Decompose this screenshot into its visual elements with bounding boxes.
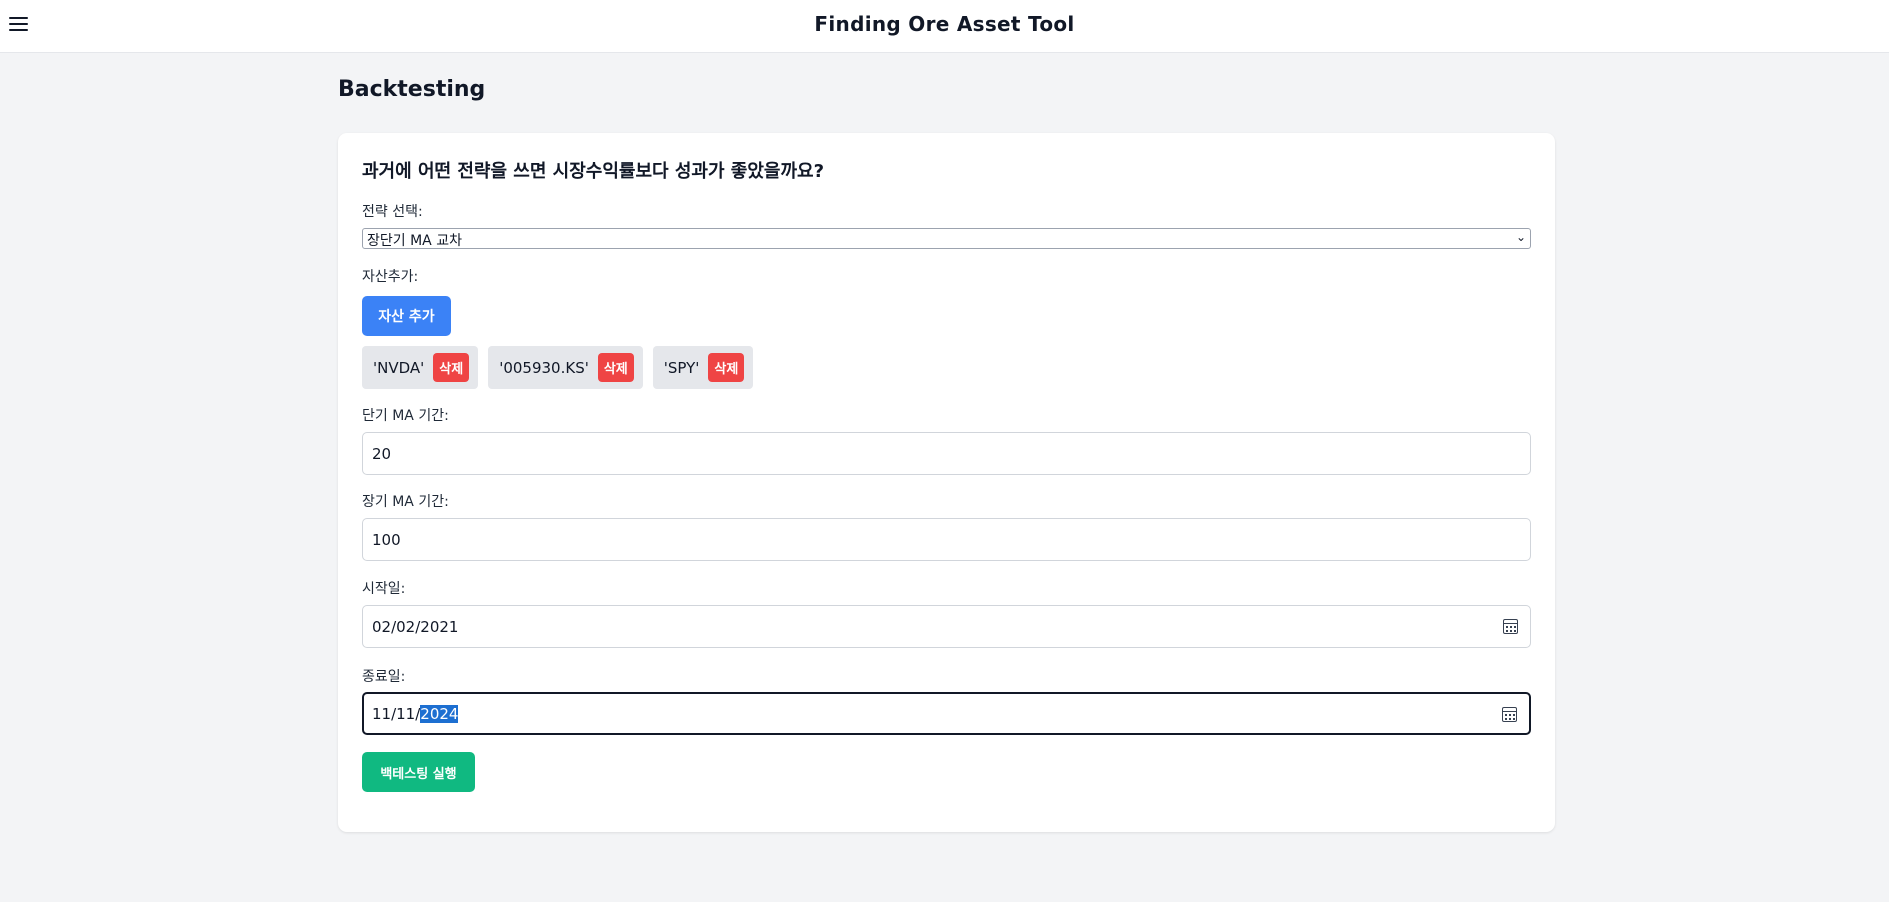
end-date-value-prefix: 11/11/ <box>372 705 421 723</box>
strategy-select[interactable]: 장단기 MA 교차 ⌄ <box>362 228 1531 249</box>
assets-label: 자산추가: <box>362 269 419 285</box>
strategy-label: 전략 선택: <box>362 204 423 220</box>
delete-asset-button[interactable]: 삭제 <box>433 353 470 382</box>
top-bar: Finding Ore Asset Tool <box>0 0 1889 53</box>
form-question: 과거에 어떤 전략을 쓰면 시장수익률보다 성과가 좋았을까요? <box>362 161 825 182</box>
start-date-label: 시작일: <box>362 581 406 597</box>
asset-chip-name: 'SPY' <box>663 358 700 377</box>
asset-chip-list: 'NVDA' 삭제 '005930.KS' 삭제 'SPY' 삭제 <box>362 346 754 389</box>
long-ma-value: 100 <box>372 531 401 549</box>
long-ma-input[interactable]: 100 <box>362 518 1531 561</box>
short-ma-label: 단기 MA 기간: <box>362 408 449 424</box>
asset-chip: '005930.KS' 삭제 <box>488 346 643 389</box>
app-title: Finding Ore Asset Tool <box>814 12 1075 36</box>
page-title: Backtesting <box>338 77 486 102</box>
end-date-input[interactable]: 11/11/2024 <box>362 692 1531 735</box>
delete-asset-button[interactable]: 삭제 <box>708 353 745 382</box>
end-date-selected-year: 2024 <box>420 705 459 723</box>
calendar-icon[interactable] <box>1502 707 1517 722</box>
asset-chip: 'NVDA' 삭제 <box>362 346 479 389</box>
start-date-input[interactable]: 02/02/2021 <box>362 605 1531 648</box>
run-backtest-button[interactable]: 백테스팅 실행 <box>362 752 475 792</box>
add-asset-button[interactable]: 자산 추가 <box>362 296 451 336</box>
strategy-select-value: 장단기 MA 교차 <box>367 233 462 249</box>
short-ma-value: 20 <box>372 445 392 463</box>
short-ma-input[interactable]: 20 <box>362 432 1531 475</box>
delete-asset-button[interactable]: 삭제 <box>597 353 634 382</box>
backtest-form-card: 과거에 어떤 전략을 쓰면 시장수익률보다 성과가 좋았을까요? 전략 선택: … <box>338 133 1555 832</box>
end-date-label: 종료일: <box>362 669 406 685</box>
chevron-down-icon: ⌄ <box>1515 230 1526 244</box>
calendar-icon[interactable] <box>1503 619 1518 634</box>
asset-chip-name: 'NVDA' <box>373 358 425 377</box>
start-date-value: 02/02/2021 <box>372 618 459 636</box>
asset-chip-name: '005930.KS' <box>499 358 589 377</box>
asset-chip: 'SPY' 삭제 <box>652 346 754 389</box>
long-ma-label: 장기 MA 기간: <box>362 494 449 510</box>
